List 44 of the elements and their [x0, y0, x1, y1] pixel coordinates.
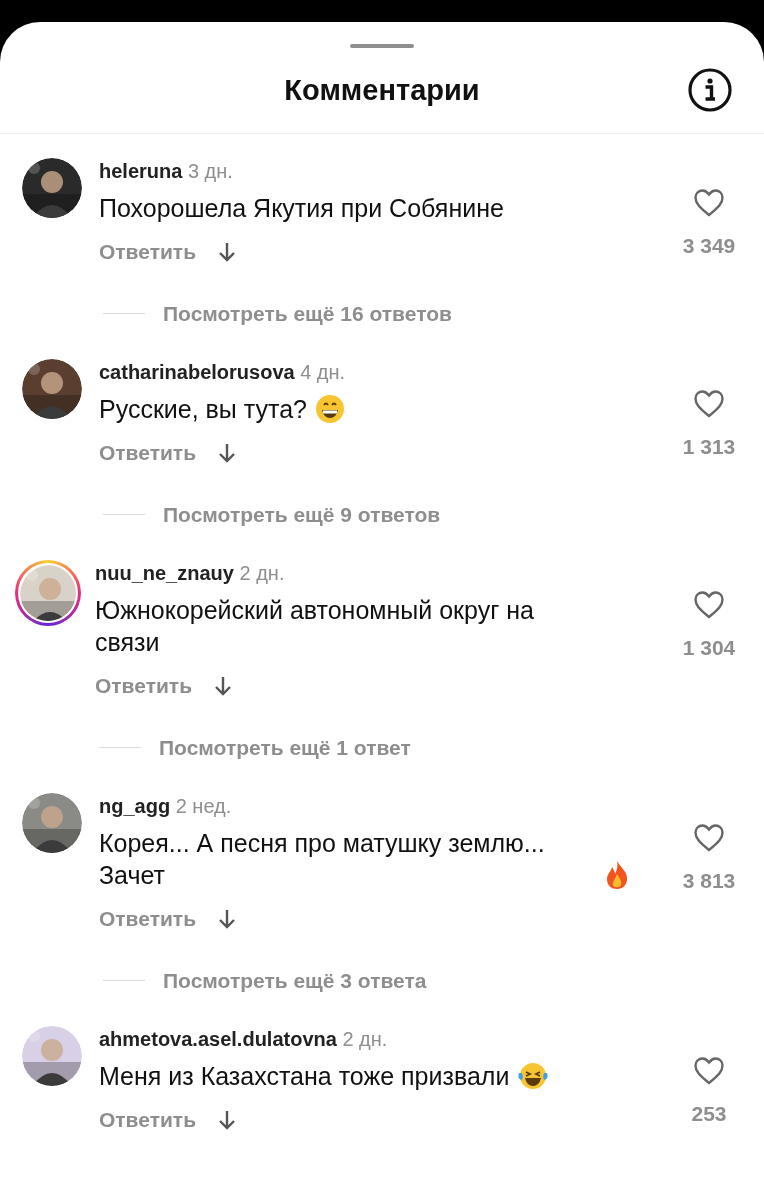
down-arrow-icon[interactable] — [218, 441, 237, 464]
down-arrow-icon[interactable] — [218, 240, 237, 263]
like-count: 1 304 — [682, 635, 736, 661]
comment-time: 3 дн. — [187, 160, 233, 182]
like-count: 253 — [691, 1101, 727, 1127]
view-replies-button[interactable]: Посмотреть ещё 3 ответа — [163, 964, 427, 996]
reply-button[interactable]: Ответить — [99, 236, 197, 268]
comment-time: 4 дн. — [300, 361, 346, 383]
grinning-face-icon — [315, 394, 345, 424]
heart-icon[interactable] — [693, 188, 725, 218]
laughing-tears-icon — [517, 1061, 550, 1091]
sheet-title: Комментарии — [284, 72, 480, 108]
username[interactable]: ng_agg — [99, 795, 171, 817]
like-count: 3 349 — [682, 233, 736, 259]
view-replies-button[interactable]: Посмотреть ещё 9 ответов — [163, 498, 441, 530]
username[interactable]: ahmetova.asel.dulatovna — [99, 1028, 337, 1050]
comment-time: 2 нед. — [175, 795, 232, 817]
down-arrow-icon[interactable] — [214, 674, 233, 697]
reply-button[interactable]: Ответить — [99, 903, 197, 935]
heart-icon[interactable] — [693, 1056, 725, 1086]
heart-icon[interactable] — [693, 823, 725, 853]
username[interactable]: nuu_ne_znauy — [95, 562, 234, 584]
username[interactable]: heleruna — [99, 160, 183, 182]
down-arrow-icon[interactable] — [218, 907, 237, 930]
like-count: 3 813 — [682, 868, 736, 894]
comment-text: Русские, вы тута? — [99, 394, 307, 425]
comment-text: Корея... А песня про матушку землю... Зачет — [99, 828, 546, 891]
comment-text: Южнокорейский автономный округ на связи — [95, 595, 535, 658]
like-count: 1 313 — [682, 434, 736, 460]
view-replies-button[interactable]: Посмотреть ещё 1 ответ — [159, 731, 411, 763]
comment-time: 2 дн. — [342, 1028, 388, 1050]
view-replies-button[interactable]: Посмотреть ещё 16 ответов — [163, 297, 452, 329]
reply-button[interactable]: Ответить — [99, 437, 197, 469]
username[interactable]: catharinabelorusova — [99, 361, 295, 383]
reply-button[interactable]: Ответить — [99, 1104, 197, 1136]
down-arrow-icon[interactable] — [218, 1108, 237, 1131]
drag-handle[interactable] — [350, 44, 414, 48]
info-icon[interactable] — [687, 67, 733, 113]
heart-icon[interactable] — [693, 389, 725, 419]
reply-button[interactable]: Ответить — [95, 670, 193, 702]
comment-text: Похорошела Якутия при Собянине — [99, 193, 504, 224]
heart-icon[interactable] — [693, 590, 725, 620]
comment-text: Меня из Казахстана тоже призвали — [99, 1061, 510, 1092]
comment-time: 2 дн. — [239, 562, 285, 584]
